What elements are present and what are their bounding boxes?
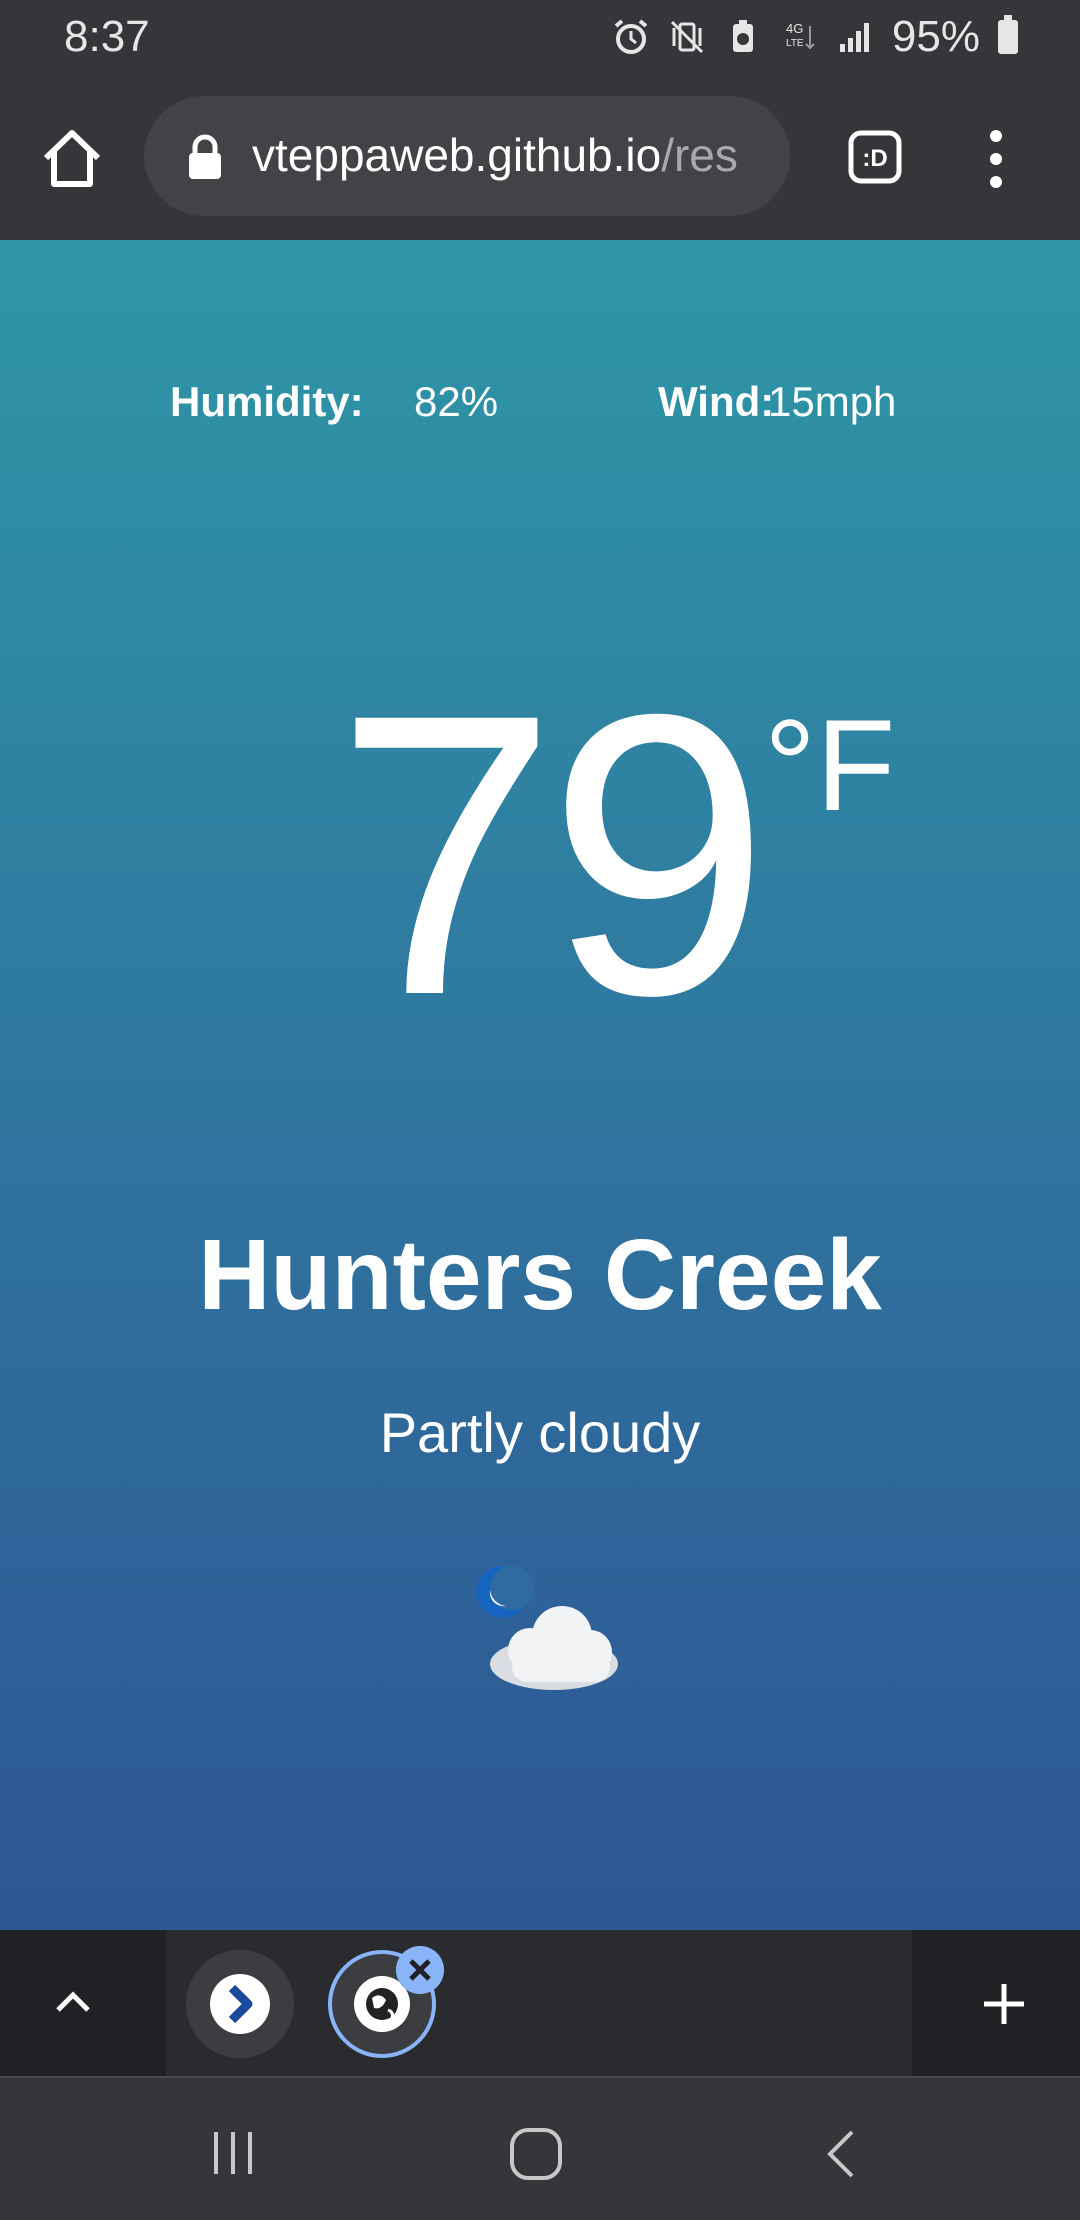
tab-thumbnail-1[interactable] xyxy=(186,1950,294,2058)
home-icon[interactable] xyxy=(38,124,106,192)
reader-mode-icon[interactable]: :D xyxy=(848,130,902,184)
temperature-unit: °F xyxy=(764,692,896,838)
svg-text:4G: 4G xyxy=(786,21,803,36)
city-name: Hunters Creek xyxy=(198,1219,882,1331)
url-host: vteppaweb.github.io xyxy=(252,129,662,181)
humidity-label: Humidity: xyxy=(170,378,364,425)
url-path: /res xyxy=(661,129,738,181)
battery-saver-icon xyxy=(732,20,753,52)
overflow-menu-icon[interactable] xyxy=(980,126,1012,192)
chevron-up-icon[interactable] xyxy=(50,1980,96,2026)
browser-toolbar: vteppaweb.github.io/res :D xyxy=(0,72,1080,240)
tab-switcher-strip xyxy=(0,1930,1080,2076)
humidity-value: 82% xyxy=(414,378,499,425)
4g-lte-icon: 4G LTE xyxy=(786,21,815,50)
weather-page: Humidity: 82% Wind: 15mph 79 °F Hunters … xyxy=(0,240,1080,1930)
alarm-icon xyxy=(614,19,648,54)
battery-icon xyxy=(998,15,1018,54)
svg-text:LTE: LTE xyxy=(786,38,804,49)
vibrate-off-icon xyxy=(670,20,703,54)
signal-icon xyxy=(839,23,869,52)
wind-label: Wind: xyxy=(658,378,775,425)
nav-back-icon[interactable] xyxy=(820,2128,860,2180)
lock-icon xyxy=(189,134,221,179)
nav-home-icon[interactable] xyxy=(508,2126,564,2182)
weather-condition: Partly cloudy xyxy=(379,1401,701,1464)
wind-value: 15mph xyxy=(768,378,897,425)
status-bar: 8:37 4G LTE 95% xyxy=(0,0,1080,72)
status-icons: 4G LTE 95% xyxy=(612,12,1018,62)
moon-cloud-icon xyxy=(476,1566,618,1690)
address-bar[interactable]: vteppaweb.github.io/res xyxy=(144,96,790,216)
battery-percent: 95% xyxy=(891,12,980,61)
status-time: 8:37 xyxy=(64,12,150,61)
url-text: vteppaweb.github.io/res xyxy=(252,128,738,182)
temperature-value: 79 xyxy=(335,631,770,1078)
reader-label: :D xyxy=(862,145,887,172)
arrow-favicon-icon xyxy=(210,1974,270,2034)
plus-icon[interactable] xyxy=(980,1980,1028,2028)
system-navigation-bar xyxy=(0,2076,1080,2220)
close-tab-icon[interactable] xyxy=(396,1946,444,1994)
recent-apps-icon[interactable] xyxy=(208,2128,258,2178)
